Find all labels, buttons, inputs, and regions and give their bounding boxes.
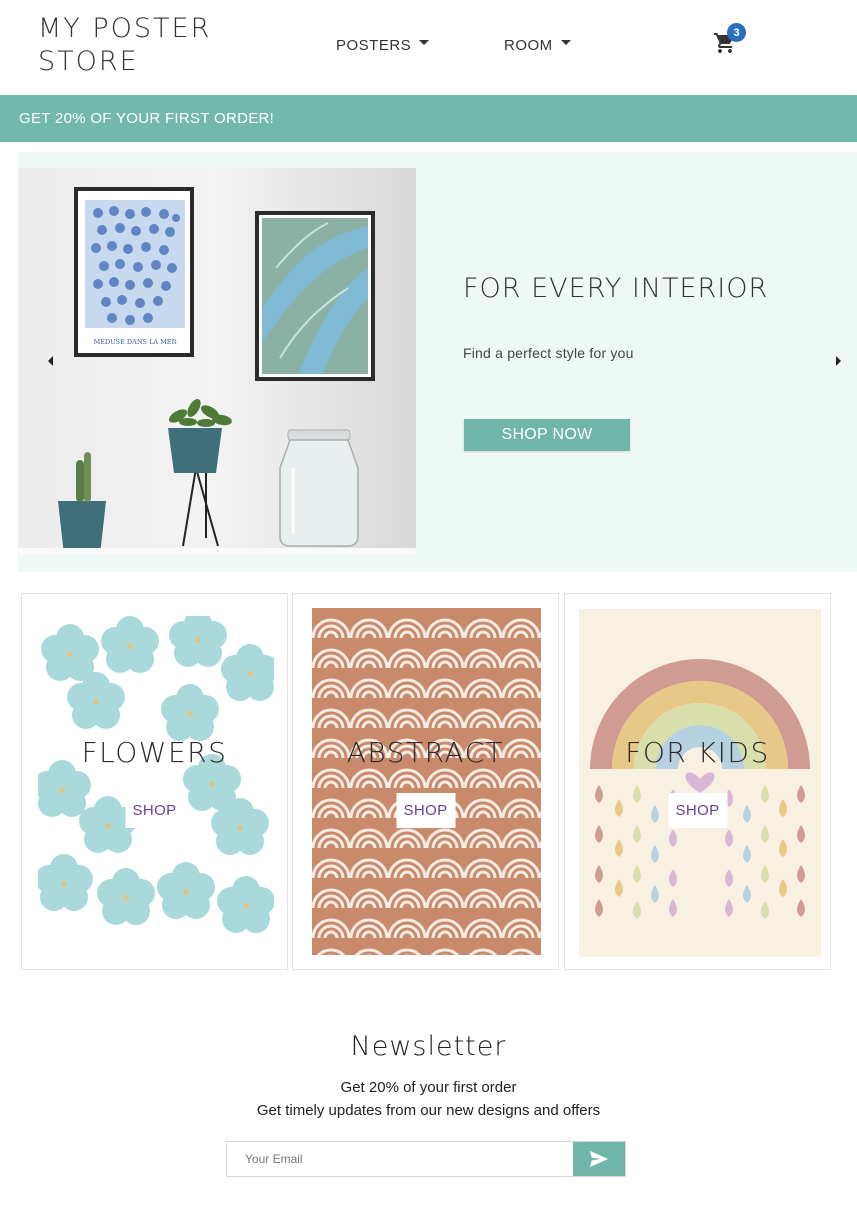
caret-down-icon bbox=[419, 40, 430, 45]
hero-image: MÉDUSE DANS LA MER bbox=[18, 168, 416, 555]
email-input[interactable] bbox=[227, 1142, 573, 1176]
shop-now-button[interactable]: SHOP NOW bbox=[464, 419, 630, 451]
category-title: FLOWERS bbox=[81, 736, 228, 769]
svg-text:MÉDUSE DANS LA MER: MÉDUSE DANS LA MER bbox=[94, 337, 178, 346]
nav-room-label: ROOM bbox=[504, 37, 553, 54]
hero-title: FOR EVERY INTERIOR bbox=[463, 273, 769, 304]
carousel-prev-icon[interactable] bbox=[48, 356, 53, 366]
category-title: ABSTRACT bbox=[346, 736, 505, 769]
send-icon bbox=[589, 1150, 609, 1168]
send-button[interactable] bbox=[573, 1142, 625, 1176]
logo-line-1: MY POSTER bbox=[38, 13, 212, 44]
newsletter-title: Newsletter bbox=[350, 1031, 507, 1062]
caret-down-icon bbox=[560, 40, 571, 45]
site-header: MY POSTER STORE POSTERS ROOM 3 bbox=[0, 0, 857, 95]
category-card-abstract[interactable]: ABSTRACT SHOP bbox=[292, 593, 559, 970]
cart-count-badge: 3 bbox=[727, 23, 746, 42]
hero-carousel: MÉDUSE DANS LA MER FOR EVERY INTERIOR Fi… bbox=[18, 152, 857, 572]
newsletter-line-1: Get 20% of your first order bbox=[340, 1079, 517, 1096]
newsletter-form bbox=[226, 1141, 626, 1177]
site-logo[interactable]: MY POSTER STORE bbox=[38, 12, 211, 78]
promo-banner[interactable]: GET 20% OF YOUR FIRST ORDER! bbox=[0, 95, 857, 142]
category-card-flowers[interactable]: FLOWERS SHOP bbox=[21, 593, 288, 970]
logo-line-2: STORE bbox=[38, 46, 139, 77]
shop-flowers-button[interactable]: SHOP bbox=[125, 793, 184, 828]
hero-subtitle: Find a perfect style for you bbox=[463, 345, 634, 361]
flowers-poster-image bbox=[38, 616, 274, 944]
shop-abstract-button[interactable]: SHOP bbox=[396, 793, 455, 828]
kids-poster-image bbox=[579, 609, 821, 957]
carousel-next-icon[interactable] bbox=[836, 356, 841, 366]
abstract-poster-image bbox=[312, 608, 541, 955]
shop-for-kids-button[interactable]: SHOP bbox=[668, 793, 727, 828]
newsletter-line-2: Get timely updates from our new designs … bbox=[256, 1102, 601, 1119]
category-title: FOR KIDS bbox=[625, 736, 770, 769]
nav-posters-label: POSTERS bbox=[336, 37, 412, 54]
nav-posters[interactable]: POSTERS bbox=[336, 37, 430, 54]
nav-room[interactable]: ROOM bbox=[504, 37, 571, 54]
category-card-for-kids[interactable]: FOR KIDS SHOP bbox=[564, 593, 831, 970]
